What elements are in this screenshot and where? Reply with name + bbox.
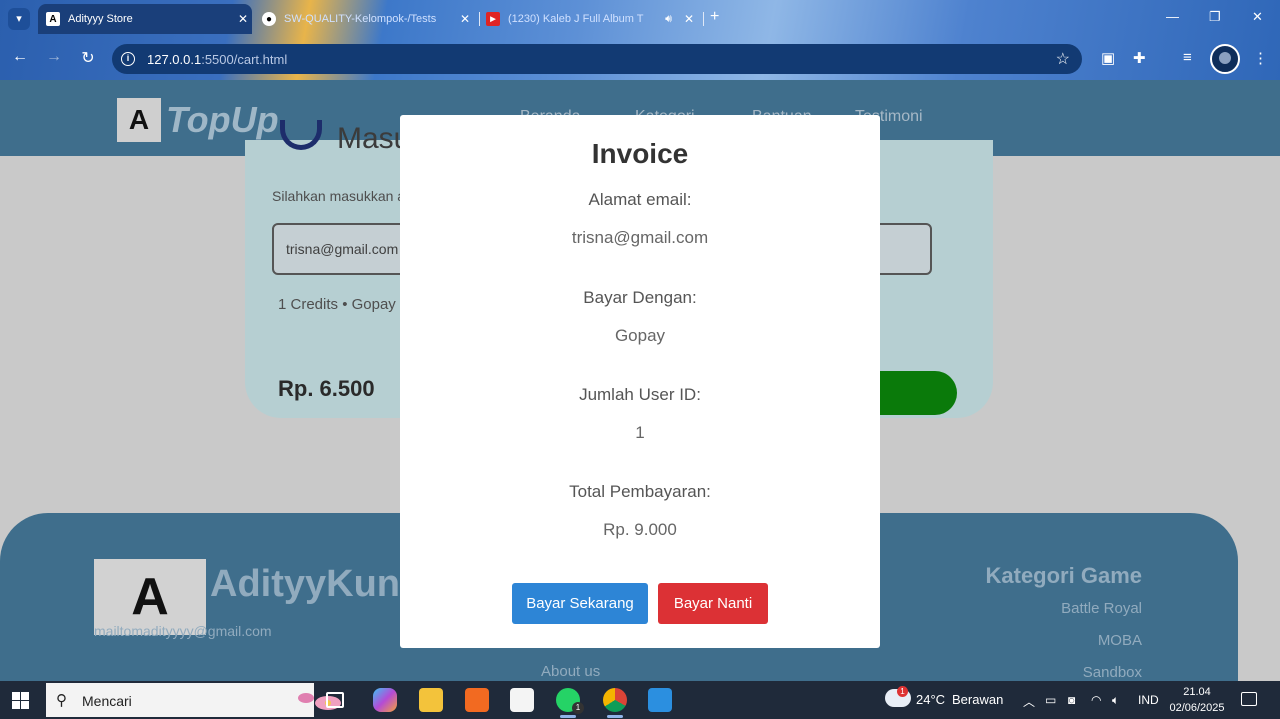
step-number-icon [280,120,322,150]
search-placeholder: Mencari [82,693,132,709]
language-indicator[interactable]: IND [1138,693,1159,707]
reload-icon[interactable]: ↻ [77,48,99,68]
taskbar-search-box[interactable]: ⚲ Mencari [46,683,341,717]
youtube-icon: ▶ [486,12,500,26]
clock-time: 21.04 [1183,686,1211,698]
new-tab-button[interactable]: + [710,8,719,26]
notification-center-icon[interactable] [1241,692,1257,706]
site-logo-text[interactable]: TopUp [166,99,279,141]
site-favicon-icon: A [46,12,60,26]
extensions-puzzle-icon[interactable]: ✚ [1133,49,1146,67]
weather-badge: 1 [897,686,908,697]
file-explorer-icon[interactable] [419,688,443,712]
footer-category-battle-royal[interactable]: Battle Royal [1061,600,1142,617]
windows-taskbar: ⚲ Mencari 1 1 24°C Berawan ︿ ▭ ◙ ◠ 🔈︎ IN… [0,681,1280,719]
audio-playing-icon[interactable]: 🔊︎ [665,13,672,26]
system-clock[interactable]: 21.04 02/06/2025 [1168,684,1226,716]
tab-title: (1230) Kaleb J Full Album T [508,13,644,25]
site-logo-icon[interactable]: A [117,98,161,142]
order-price: Rp. 6.500 [278,376,375,401]
payment-method-label: Bayar Dengan: [583,288,697,307]
tray-overflow-chevron-icon[interactable]: ︿ [1023,693,1035,710]
extension-badge-icon[interactable]: ▣ [1101,49,1115,67]
email-label: Alamat email: [588,190,692,209]
address-bar[interactable]: i 127.0.0.1:5500/cart.html ☆ [112,44,1082,74]
minimize-icon[interactable]: — [1166,9,1179,24]
whatsapp-badge: 1 [572,702,584,714]
close-tab-icon[interactable]: ✕ [460,12,470,26]
tab-youtube[interactable]: ▶ (1230) Kaleb J Full Album T 🔊︎ ✕ [486,6,698,32]
total-payment-label: Total Pembayaran: [569,482,711,501]
restore-icon[interactable]: ❐ [1209,9,1221,25]
tab-title: SW-QUALITY-Kelompok-/Tests [284,13,437,25]
site-info-icon[interactable]: i [121,52,135,66]
weather-condition[interactable]: Berawan [952,692,1003,707]
bookmark-star-icon[interactable]: ☆ [1056,49,1070,69]
browser-chrome: ▾ A Adityyy Store ✕ ● SW-QUALITY-Kelompo… [0,0,1280,80]
task-view-icon[interactable] [326,692,344,708]
total-payment-value: Rp. 9.000 [603,520,677,539]
footer-brand: AdityyKun [210,563,400,605]
close-tab-icon[interactable]: ✕ [238,12,248,26]
tab-divider [479,12,480,26]
footer-category-title: Kategori Game [985,563,1143,588]
footer-about-link[interactable]: About us [541,663,600,680]
forward-icon[interactable]: → [43,48,65,66]
profile-avatar[interactable] [1210,44,1240,74]
tab-title: Adityyy Store [68,13,133,25]
menu-kebab-icon[interactable]: ⋮ [1253,49,1268,67]
payment-method-value: Gopay [614,326,666,345]
solitaire-icon[interactable] [510,688,534,712]
volume-icon[interactable]: 🔈︎ [1112,693,1119,708]
temperature[interactable]: 24°C [916,692,945,707]
media-queue-icon[interactable]: ≡ [1183,49,1192,66]
close-tab-icon[interactable]: ✕ [684,12,694,26]
search-icon: ⚲ [56,692,67,709]
footer-category-moba[interactable]: MOBA [1098,632,1142,649]
footer-category-sandbox[interactable]: Sandbox [1083,664,1142,681]
invoice-title: Invoice [591,138,689,169]
camera-icon[interactable]: ◙ [1068,693,1075,707]
url-text[interactable]: 127.0.0.1:5500/cart.html [147,52,287,67]
whatsapp-icon[interactable]: 1 [556,688,584,718]
order-summary: 1 Credits • Gopay [278,296,396,313]
tab-adityyy-store[interactable]: A Adityyy Store ✕ [38,4,252,34]
clock-date: 02/06/2025 [1169,702,1225,714]
xampp-icon[interactable] [465,688,489,712]
invoice-modal: Invoice Alamat email: trisna@gmail.com B… [400,115,880,648]
tab-bar: ▾ A Adityyy Store ✕ ● SW-QUALITY-Kelompo… [0,0,1280,38]
chrome-icon[interactable] [603,688,627,718]
user-id-count-value: 1 [635,423,645,442]
tab-divider [703,12,704,26]
footer-email[interactable]: mailtomadityyyy@gmail.com [94,623,272,639]
vscode-icon[interactable] [648,688,672,712]
pay-later-button[interactable]: Bayar Nanti [658,583,768,624]
pay-now-button[interactable]: Bayar Sekarang [512,583,648,624]
email-value: trisna@gmail.com [571,228,709,247]
user-id-count-label: Jumlah User ID: [579,385,701,404]
copilot-icon[interactable] [373,688,397,712]
browser-toolbar: ← → ↻ i 127.0.0.1:5500/cart.html ☆ ▣ ✚ ≡… [0,38,1280,80]
windows-start-icon[interactable] [12,692,29,709]
wifi-icon[interactable]: ◠ [1091,693,1101,707]
github-icon: ● [262,12,276,26]
tab-search-button[interactable]: ▾ [8,8,30,30]
tab-github[interactable]: ● SW-QUALITY-Kelompok-/Tests ✕ [262,6,474,32]
close-window-icon[interactable]: ✕ [1252,9,1263,25]
back-icon[interactable]: ← [9,48,31,66]
battery-icon[interactable]: ▭ [1045,693,1056,707]
